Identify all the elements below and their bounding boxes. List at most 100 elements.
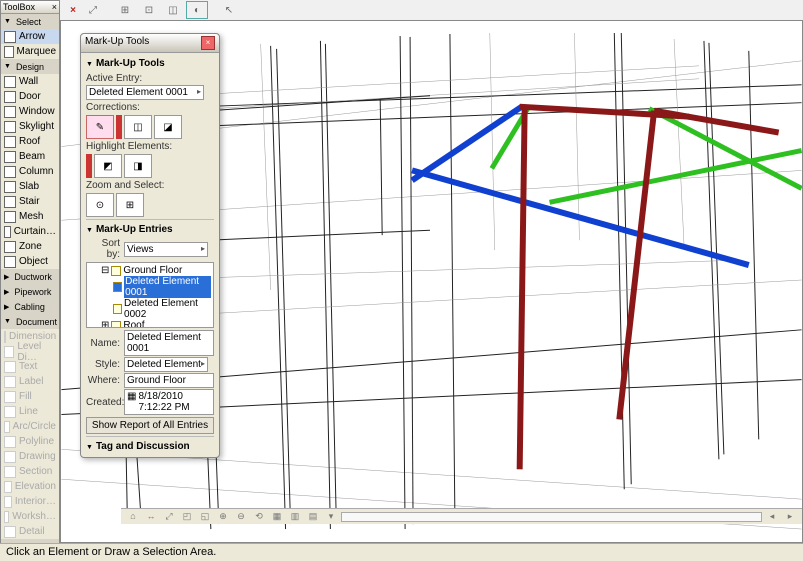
highlight-color-swatch[interactable] <box>86 154 92 178</box>
roof-icon <box>4 136 16 148</box>
horizontal-scrollbar[interactable] <box>341 512 762 522</box>
nav-tool-12[interactable]: ▾ <box>323 510 339 524</box>
folder-icon <box>111 266 121 276</box>
active-entry-combo[interactable]: Deleted Element 0001 <box>86 85 204 100</box>
scroll-left-icon[interactable]: ◂ <box>764 510 780 524</box>
nav-tool-10[interactable]: ▥ <box>287 510 303 524</box>
tree-deleted-2[interactable]: Deleted Element 0002 <box>89 298 211 320</box>
detail-tool[interactable]: Detail <box>1 524 59 539</box>
wall-icon <box>4 76 16 88</box>
entries-tree[interactable]: ⊟Ground Floor Deleted Element 0001 Delet… <box>86 262 214 328</box>
close-icon[interactable]: × <box>52 2 57 12</box>
nav-tool-5[interactable]: ◱ <box>197 510 213 524</box>
ductwork-group[interactable]: Ductwork <box>1 269 59 284</box>
nav-tool-8[interactable]: ⟲ <box>251 510 267 524</box>
tree-deleted-1[interactable]: Deleted Element 0001 <box>89 276 211 298</box>
pipework-group[interactable]: Pipework <box>1 284 59 299</box>
show-report-button[interactable]: Show Report of All Entries <box>86 417 214 434</box>
sortby-combo[interactable]: Views <box>124 242 208 257</box>
slab-tool[interactable]: Slab <box>1 179 59 194</box>
design-group[interactable]: Design <box>1 59 59 74</box>
toolbox-header[interactable]: ToolBox × <box>1 1 59 14</box>
nav-tool-11[interactable]: ▤ <box>305 510 321 524</box>
nav-tool-4[interactable]: ◰ <box>179 510 195 524</box>
highlight-btn-1[interactable]: ◩ <box>94 154 122 178</box>
line-tool[interactable]: Line <box>1 404 59 419</box>
nav-tool-7[interactable]: ⊖ <box>233 510 249 524</box>
where-label: Where: <box>86 375 124 386</box>
tree-roof[interactable]: ⊞Roof <box>89 320 211 328</box>
door-tool[interactable]: Door <box>1 89 59 104</box>
highlight-label: Highlight Elements: <box>86 141 214 152</box>
interior-tool[interactable]: Interior… <box>1 494 59 509</box>
calendar-icon[interactable]: ▦ <box>127 391 136 413</box>
elevation-tool[interactable]: Elevation <box>1 479 59 494</box>
close-panel-icon[interactable]: × <box>66 1 80 19</box>
top-toolbar: × ⤢ ⊞ ⊡ ◫ ◐ ↖ <box>62 0 244 20</box>
leveld-icon <box>4 346 14 358</box>
view-tool-1[interactable]: ⤢ <box>82 1 104 19</box>
close-icon[interactable]: × <box>201 36 215 50</box>
door-icon <box>4 91 16 103</box>
correction-btn-3[interactable]: ◪ <box>154 115 182 139</box>
slab-icon <box>4 181 16 193</box>
arrow-tool[interactable]: Arrow <box>1 29 59 44</box>
zone-tool[interactable]: Zone <box>1 239 59 254</box>
worksh-tool[interactable]: Worksh… <box>1 509 59 524</box>
style-combo[interactable]: Deleted Element <box>124 357 208 372</box>
tree-ground-floor[interactable]: ⊟Ground Floor <box>89 265 211 276</box>
object-tool[interactable]: Object <box>1 254 59 269</box>
scroll-right-icon[interactable]: ▸ <box>782 510 798 524</box>
nav-tool-2[interactable]: ↔ <box>143 510 159 524</box>
nav-tool-3[interactable]: ⤢ <box>161 510 177 524</box>
curtain-tool[interactable]: Curtain… <box>1 224 59 239</box>
mesh-tool[interactable]: Mesh <box>1 209 59 224</box>
view-tool-4[interactable]: ◫ <box>162 1 184 19</box>
section-icon <box>4 466 16 478</box>
cabling-group[interactable]: Cabling <box>1 299 59 314</box>
highlight-btn-2[interactable]: ◨ <box>124 154 152 178</box>
view-tool-2[interactable]: ⊞ <box>114 1 136 19</box>
arc-tool[interactable]: Arc/Circle <box>1 419 59 434</box>
correction-color-swatch[interactable] <box>116 115 122 139</box>
window-tool[interactable]: Window <box>1 104 59 119</box>
marquee-tool[interactable]: Marquee <box>1 44 59 59</box>
dimension-icon <box>4 331 6 343</box>
label-tool[interactable]: Label <box>1 374 59 389</box>
roof-tool[interactable]: Roof <box>1 134 59 149</box>
document-group[interactable]: Document <box>1 314 59 329</box>
skylight-tool[interactable]: Skylight <box>1 119 59 134</box>
nav-tool-1[interactable]: ⌂ <box>125 510 141 524</box>
wall-tool[interactable]: Wall <box>1 74 59 89</box>
leveldim-tool[interactable]: Level Di… <box>1 344 59 359</box>
nav-tool-9[interactable]: ▦ <box>269 510 285 524</box>
name-field[interactable]: Deleted Element 0001 <box>124 330 214 356</box>
zoom-button[interactable]: ⊙ <box>86 193 114 217</box>
style-label: Style: <box>86 359 124 370</box>
corrections-label: Corrections: <box>86 102 214 113</box>
polyline-icon <box>4 436 16 448</box>
markup-tools-section[interactable]: Mark-Up Tools <box>86 56 214 71</box>
polyline-tool[interactable]: Polyline <box>1 434 59 449</box>
tag-discussion-section[interactable]: Tag and Discussion <box>86 439 214 454</box>
nav-tool-6[interactable]: ⊕ <box>215 510 231 524</box>
drawing-tool[interactable]: Drawing <box>1 449 59 464</box>
select-button[interactable]: ⊞ <box>116 193 144 217</box>
pointer-tool[interactable]: ↖ <box>218 1 240 19</box>
toolbox-panel: ToolBox × Select Arrow Marquee Design Wa… <box>0 0 60 543</box>
beam-tool[interactable]: Beam <box>1 149 59 164</box>
select-group[interactable]: Select <box>1 14 59 29</box>
toolbox-title: ToolBox <box>3 2 35 12</box>
stair-tool[interactable]: Stair <box>1 194 59 209</box>
markup-titlebar[interactable]: Mark-Up Tools × <box>81 34 219 53</box>
view-tool-5[interactable]: ◐ <box>186 1 208 19</box>
fill-tool[interactable]: Fill <box>1 389 59 404</box>
markup-entries-section[interactable]: Mark-Up Entries <box>86 222 214 237</box>
elevation-icon <box>4 481 12 493</box>
correction-btn-2[interactable]: ◫ <box>124 115 152 139</box>
column-tool[interactable]: Column <box>1 164 59 179</box>
view-tool-3[interactable]: ⊡ <box>138 1 160 19</box>
section-tool[interactable]: Section <box>1 464 59 479</box>
worksh-icon <box>4 511 9 523</box>
correction-pencil-button[interactable]: ✎ <box>86 115 114 139</box>
